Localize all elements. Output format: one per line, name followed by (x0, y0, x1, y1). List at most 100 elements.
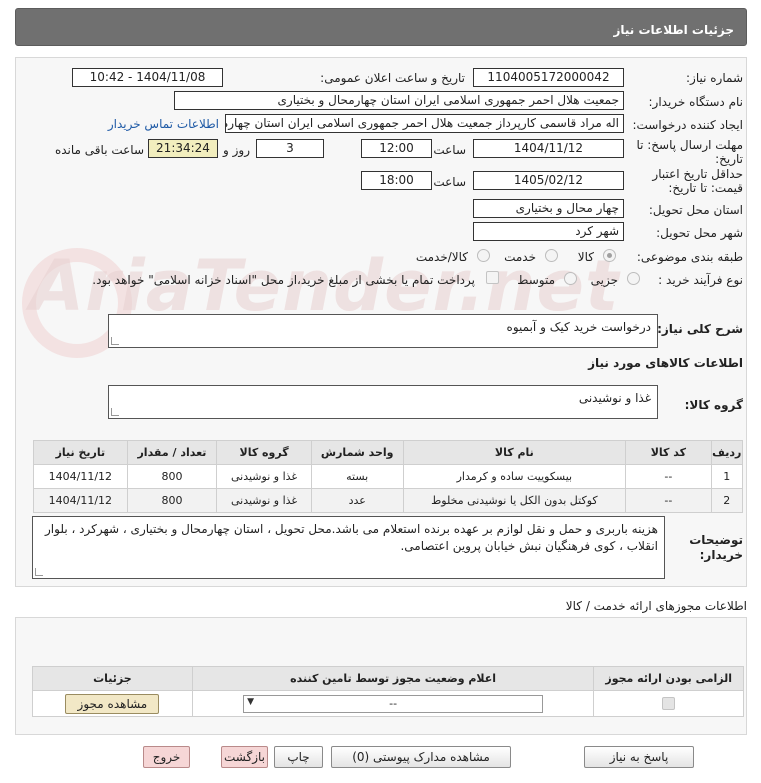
buyer-org-field: جمعیت هلال احمر جمهوری اسلامی ایران استا… (174, 91, 624, 110)
col-unit: واحد شمارش (310, 440, 404, 465)
category-radio-both[interactable] (477, 249, 490, 262)
city-field: شهر کرد (473, 222, 624, 241)
cell-row: 2 (710, 488, 744, 513)
cell-unit: بسته (310, 464, 404, 489)
category-option-goods: کالا (577, 250, 594, 264)
process-radio-medium[interactable] (564, 272, 577, 285)
province-field: چهار محال و بختیاری (473, 199, 624, 218)
province-label: استان محل تحویل: (648, 203, 743, 217)
license-title: اطلاعات مجوزهای ارائه خدمت / کالا (565, 599, 747, 613)
table-row: 1 -- بیسکوییت ساده و کرمدار بسته غذا و ن… (33, 464, 744, 489)
col-code: کد کالا (625, 440, 712, 465)
goods-group-textarea: غذا و نوشیدنی (108, 385, 658, 419)
cell-code: -- (625, 488, 712, 513)
announce-label: تاریخ و ساعت اعلان عمومی: (320, 71, 465, 85)
send-deadline-label: مهلت ارسال پاسخ: تا (636, 138, 743, 152)
category-label: طبقه بندی موضوعی: (636, 250, 743, 264)
creator-label: ایجاد کننده درخواست: (632, 118, 743, 132)
category-option-both: کالا/خدمت (415, 250, 468, 264)
col-row: ردیف (710, 440, 744, 465)
cell-code: -- (625, 464, 712, 489)
cell-unit: عدد (310, 488, 404, 513)
description-text: درخواست خرید کیک و آبمیوه (506, 320, 651, 334)
col-date: تاریخ نیاز (33, 440, 128, 465)
page-title: جزئیات اطلاعات نیاز (15, 8, 747, 46)
validity-time-field: 18:00 (361, 171, 432, 190)
cell-row: 1 (710, 464, 744, 489)
validity-label-2: قیمت: تا تاریخ: (668, 181, 743, 195)
cell-qty: 800 (126, 488, 218, 513)
cell-date: 1404/11/12 (33, 464, 128, 489)
license-required-checkbox (662, 697, 676, 711)
col-name: نام کالا (402, 440, 627, 465)
send-time-field: 12:00 (361, 139, 432, 158)
cell-license-details: مشاهده مجوز (32, 690, 193, 717)
days-label: روز و (223, 143, 250, 157)
table-row: -- ▼ مشاهده مجوز (32, 690, 744, 717)
items-table-header: ردیف کد کالا نام کالا واحد شمارش گروه کا… (33, 440, 744, 465)
buyer-contact-link[interactable]: اطلاعات تماس خریدار (108, 117, 219, 131)
category-option-service: خدمت (504, 250, 536, 264)
description-textarea: درخواست خرید کیک و آبمیوه (108, 314, 658, 348)
exit-button[interactable]: خروج (143, 746, 190, 768)
goods-info-title: اطلاعات کالاهای مورد نیاز (588, 356, 743, 370)
cell-group: غذا و نوشیدنی (216, 464, 312, 489)
need-number-label: شماره نیاز: (686, 71, 743, 85)
cell-license-required (593, 690, 744, 717)
table-row: 2 -- کوکتل بدون الکل یا نوشیدنی مخلوط عد… (33, 488, 744, 513)
description-label: شرح کلی نیاز: (657, 322, 743, 336)
license-table-header: الزامی بودن ارائه مجوز اعلام وضعیت مجوز … (32, 666, 744, 691)
remaining-time-field: 21:34:24 (148, 139, 218, 158)
chevron-down-icon: ▼ (247, 696, 255, 707)
cell-group: غذا و نوشیدنی (216, 488, 312, 513)
resize-handle-icon[interactable] (111, 408, 119, 416)
license-status-value: -- (389, 696, 398, 710)
cell-qty: 800 (126, 464, 218, 489)
cell-license-status: -- ▼ (191, 690, 595, 717)
attachments-button[interactable]: مشاهده مدارک پیوستی (0) (331, 746, 511, 768)
reply-button[interactable]: پاسخ به نیاز (584, 746, 694, 768)
process-label: نوع فرآیند خرید : (658, 273, 743, 287)
col-group: گروه کالا (216, 440, 312, 465)
cell-name: کوکتل بدون الکل یا نوشیدنی مخلوط (402, 488, 627, 513)
treasury-payment-note: پرداخت تمام یا بخشی از مبلغ خرید،از محل … (92, 273, 475, 287)
process-radio-minor[interactable] (627, 272, 640, 285)
view-license-button[interactable]: مشاهده مجوز (65, 693, 160, 714)
creator-field: اله مراد قاسمی کارپرداز جمعیت هلال احمر … (225, 114, 624, 133)
send-date-field: 1404/11/12 (473, 139, 624, 158)
buyer-notes-label: توضیحات (689, 533, 743, 547)
send-deadline-label-2: تاریخ: (715, 152, 743, 166)
license-table: الزامی بودن ارائه مجوز اعلام وضعیت مجوز … (32, 666, 744, 717)
col-license-details: جزئیات (32, 666, 193, 691)
validity-date-field: 1405/02/12 (473, 171, 624, 190)
validity-label: حداقل تاریخ اعتبار (652, 167, 743, 181)
treasury-payment-checkbox[interactable] (486, 271, 499, 284)
city-label: شهر محل تحویل: (656, 226, 743, 240)
send-time-label: ساعت (433, 143, 466, 157)
category-radio-service[interactable] (545, 249, 558, 262)
goods-group-label: گروه کالا: (684, 398, 743, 412)
resize-handle-icon[interactable] (35, 568, 43, 576)
remaining-label: ساعت باقی مانده (54, 143, 144, 157)
days-field: 3 (256, 139, 324, 158)
print-button[interactable]: چاپ (274, 746, 323, 768)
goods-group-text: غذا و نوشیدنی (578, 391, 651, 405)
validity-time-label: ساعت (433, 175, 466, 189)
process-option-medium: متوسط (517, 273, 555, 287)
resize-handle-icon[interactable] (111, 337, 119, 345)
buyer-notes-label-2: خریدار: (699, 548, 743, 562)
category-radio-goods[interactable] (603, 249, 616, 262)
process-option-minor: جزیی (590, 273, 618, 287)
col-license-status: اعلام وضعیت مجوز توسط تامین کننده (191, 666, 595, 691)
buyer-notes-textarea: هزینه باربری و حمل و نقل لوازم بر عهده ب… (32, 516, 665, 579)
license-status-select[interactable]: -- ▼ (243, 694, 544, 713)
col-qty: تعداد / مقدار (126, 440, 218, 465)
cell-name: بیسکوییت ساده و کرمدار (402, 464, 627, 489)
col-license-required: الزامی بودن ارائه مجوز (593, 666, 744, 691)
buyer-org-label: نام دستگاه خریدار: (648, 95, 744, 109)
buyer-notes-text: هزینه باربری و حمل و نقل لوازم بر عهده ب… (45, 522, 658, 553)
back-button[interactable]: بازگشت (221, 746, 268, 768)
need-number-field: 1104005172000042 (473, 68, 624, 87)
cell-date: 1404/11/12 (33, 488, 128, 513)
announce-field: 1404/11/08 - 10:42 (72, 68, 223, 87)
